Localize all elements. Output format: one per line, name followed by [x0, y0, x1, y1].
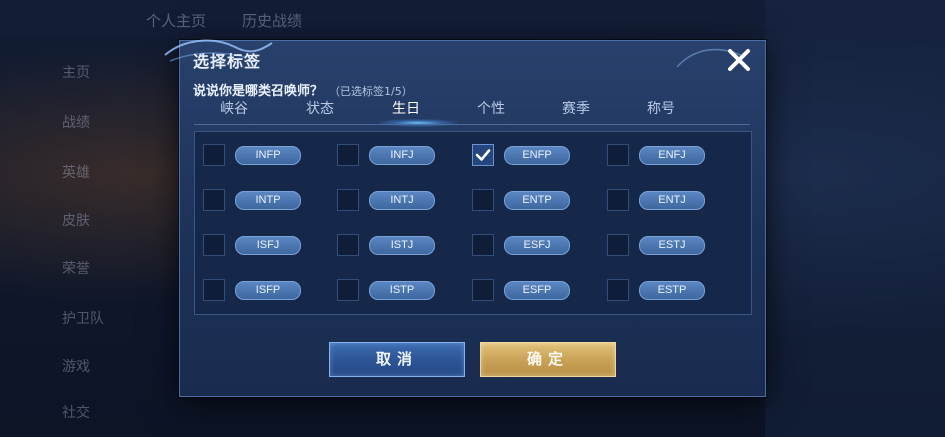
tag-cell: ISTP	[337, 277, 467, 307]
active-tab-indicator	[378, 119, 458, 127]
bg-sidebar-item: 皮肤	[62, 213, 90, 229]
tag-label[interactable]: ISTP	[369, 281, 435, 300]
tag-checkbox[interactable]	[607, 279, 629, 301]
tag-grid: INFP INFJ ENFP ENFJ INTP INTJ ENTP ENTJ …	[194, 131, 752, 315]
tag-label[interactable]: ENTP	[504, 191, 570, 210]
tab-season[interactable]: 赛季	[546, 99, 606, 123]
tag-checkbox[interactable]	[203, 144, 225, 166]
tag-checkbox[interactable]	[337, 279, 359, 301]
dialog-title: 选择标签	[193, 52, 262, 71]
tab-personality[interactable]: 个性	[461, 99, 521, 123]
tag-label[interactable]: ISFP	[235, 281, 301, 300]
select-tag-dialog: 选择标签 说说你是哪类召唤师？ （已选标签1/5） 峡谷 状态 生日 个性 赛季 …	[164, 39, 766, 397]
tag-cell: ISFP	[203, 277, 333, 307]
bg-tab-profile: 个人主页	[146, 12, 207, 30]
tag-cell: ESFJ	[472, 232, 602, 262]
tag-cell: ESTJ	[607, 232, 737, 262]
background-right-panel	[765, 0, 945, 437]
tag-cell: INFP	[203, 142, 333, 172]
tag-checkbox[interactable]	[337, 144, 359, 166]
tag-checkbox[interactable]	[337, 234, 359, 256]
tag-label[interactable]: ESTP	[639, 281, 705, 300]
background-sidebar: 主页 战绩 英雄 皮肤 荣誉 护卫队 游戏 社交	[0, 40, 130, 437]
tag-label[interactable]: ISTJ	[369, 236, 435, 255]
tag-cell: INTJ	[337, 187, 467, 217]
tab-status[interactable]: 状态	[290, 99, 350, 123]
close-button[interactable]	[723, 45, 755, 75]
tag-checkbox[interactable]	[607, 189, 629, 211]
tag-cell: INTP	[203, 187, 333, 217]
tag-checkbox[interactable]	[203, 234, 225, 256]
tag-cell: ISFJ	[203, 232, 333, 262]
cancel-button-label: 取消	[375, 350, 418, 368]
tag-checkbox[interactable]	[472, 279, 494, 301]
tag-cell: ENFJ	[607, 142, 737, 172]
tag-cell: ENTP	[472, 187, 602, 217]
dialog-prompt: 说说你是哪类召唤师？ （已选标签1/5）	[193, 80, 413, 99]
bg-tab-history: 历史战绩	[242, 12, 303, 30]
bg-sidebar-item: 游戏	[62, 359, 90, 375]
tag-cell: ENFP	[472, 142, 602, 172]
bg-sidebar-item: 护卫队	[62, 311, 104, 327]
tag-label[interactable]: INTJ	[369, 191, 435, 210]
bg-sidebar-item: 英雄	[62, 165, 90, 181]
tag-checkbox[interactable]	[607, 144, 629, 166]
tag-label[interactable]: ISFJ	[235, 236, 301, 255]
tag-label[interactable]: ESTJ	[639, 236, 705, 255]
tag-label[interactable]: ESFJ	[504, 236, 570, 255]
checkmark-icon	[475, 149, 491, 161]
bg-sidebar-item: 战绩	[62, 115, 90, 131]
tag-checkbox[interactable]	[472, 234, 494, 256]
tag-checkbox[interactable]	[472, 189, 494, 211]
tag-label[interactable]: INFP	[235, 146, 301, 165]
tag-checkbox-checked[interactable]	[472, 144, 494, 166]
bg-sidebar-item: 荣誉	[62, 261, 90, 277]
tag-label[interactable]: INTP	[235, 191, 301, 210]
tag-cell: ESFP	[472, 277, 602, 307]
tab-divider	[194, 124, 750, 125]
tag-label[interactable]: ENTJ	[639, 191, 705, 210]
tag-label[interactable]: ENFJ	[639, 146, 705, 165]
bg-sidebar-item: 社交	[62, 405, 90, 421]
cancel-button[interactable]: 取消	[329, 342, 465, 377]
confirm-button[interactable]: 确定	[480, 342, 616, 377]
tag-checkbox[interactable]	[337, 189, 359, 211]
tag-cell: ESTP	[607, 277, 737, 307]
tag-cell: INFJ	[337, 142, 467, 172]
selected-count: （已选标签1/5）	[329, 85, 413, 98]
bg-sidebar-item: 主页	[62, 65, 90, 81]
tag-cell: ENTJ	[607, 187, 737, 217]
tab-canyon[interactable]: 峡谷	[204, 99, 264, 123]
tag-checkbox[interactable]	[607, 234, 629, 256]
tag-checkbox[interactable]	[203, 189, 225, 211]
tag-checkbox[interactable]	[203, 279, 225, 301]
tag-cell: ISTJ	[337, 232, 467, 262]
tag-label[interactable]: INFJ	[369, 146, 435, 165]
prompt-text: 说说你是哪类召唤师？	[193, 84, 324, 99]
close-icon	[728, 49, 750, 71]
tab-title[interactable]: 称号	[631, 99, 691, 123]
tag-label[interactable]: ESFP	[504, 281, 570, 300]
tag-label[interactable]: ENFP	[504, 146, 570, 165]
tag-category-tabs: 峡谷 状态 生日 个性 赛季 称号	[194, 99, 750, 127]
confirm-button-label: 确定	[526, 350, 569, 368]
